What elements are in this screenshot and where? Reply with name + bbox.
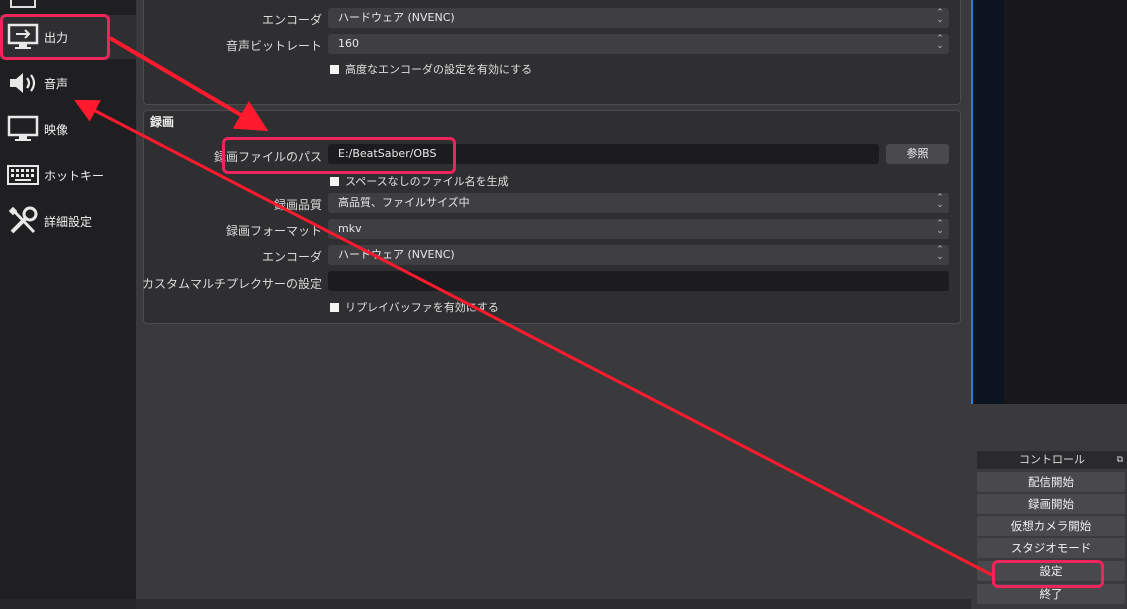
chevron-updown-icon: ⌃ ⌄ <box>936 8 944 25</box>
start-virtual-camera-button[interactable]: 仮想カメラ開始 <box>977 516 1125 536</box>
custom-muxer-label: カスタムマルチプレクサーの設定 <box>141 277 322 291</box>
sidebar-item-label: ホットキー <box>44 168 105 183</box>
window-edge <box>971 0 973 404</box>
stream-encoder-label: エンコーダ <box>261 13 322 27</box>
recording-encoder-select[interactable]: ハードウェア (NVENC) ⌃ ⌄ <box>328 245 949 265</box>
chevron-updown-icon: ⌃ ⌄ <box>936 193 944 210</box>
recording-quality-select[interactable]: 高品質、ファイルサイズ中 ⌃ ⌄ <box>328 193 949 213</box>
recording-quality-value: 高品質、ファイルサイズ中 <box>338 196 470 209</box>
advanced-encoder-label: 高度なエンコーダの設定を有効にする <box>345 63 533 76</box>
replay-buffer-label: リプレイバッファを有効にする <box>345 301 499 314</box>
no-space-filename-checkbox[interactable]: スペースなしのファイル名を生成 <box>330 173 509 189</box>
chevron-updown-icon: ⌃ ⌄ <box>936 219 944 236</box>
monitor-icon <box>4 113 42 145</box>
sidebar-item-label: 映像 <box>44 122 69 137</box>
sidebar-item-video[interactable]: 映像 <box>0 107 136 151</box>
tools-icon <box>4 205 42 237</box>
preview-canvas <box>974 0 1004 404</box>
highlight-path-box <box>222 137 456 174</box>
recording-group-title: 録画 <box>150 115 175 129</box>
sidebar-item-label: 詳細設定 <box>44 214 93 229</box>
float-dock-icon[interactable]: ⧉ <box>1117 451 1123 469</box>
highlight-output-box <box>0 14 110 60</box>
settings-sidebar: 出力 音声 映像 ホットキー 詳細設定 <box>0 0 136 599</box>
controls-dock-header: コントロール ⧉ <box>977 451 1127 469</box>
recording-format-value: mkv <box>338 222 362 235</box>
stream-encoder-select[interactable]: ハードウェア (NVENC) ⌃ ⌄ <box>328 8 949 28</box>
replay-buffer-checkbox[interactable]: リプレイバッファを有効にする <box>330 299 499 315</box>
sidebar-item-advanced[interactable]: 詳細設定 <box>0 199 136 243</box>
stream-encoder-value: ハードウェア (NVENC) <box>338 11 455 24</box>
sidebar-item-label: 音声 <box>44 76 69 91</box>
start-recording-button[interactable]: 録画開始 <box>977 494 1125 514</box>
recording-format-select[interactable]: mkv ⌃ ⌄ <box>328 219 949 239</box>
start-streaming-button[interactable]: 配信開始 <box>977 472 1125 492</box>
sidebar-item-audio[interactable]: 音声 <box>0 61 136 105</box>
speaker-icon <box>4 67 42 99</box>
checkbox-box <box>330 302 339 312</box>
checkbox-box <box>330 176 339 186</box>
keyboard-icon <box>4 159 42 191</box>
audio-bitrate-label: 音声ビットレート <box>225 39 322 53</box>
studio-mode-button[interactable]: スタジオモード <box>977 538 1125 558</box>
checkbox-box <box>330 64 339 74</box>
sidebar-item-hotkeys[interactable]: ホットキー <box>0 153 136 197</box>
chevron-updown-icon: ⌃ ⌄ <box>936 34 944 51</box>
chevron-updown-icon: ⌃ ⌄ <box>936 245 944 262</box>
audio-bitrate-value: 160 <box>338 37 359 50</box>
browse-button[interactable]: 参照 <box>886 144 949 164</box>
dialog-button-bar <box>136 599 971 609</box>
recording-encoder-value: ハードウェア (NVENC) <box>338 248 455 261</box>
recording-encoder-label: エンコーダ <box>261 250 322 264</box>
advanced-encoder-checkbox[interactable]: 高度なエンコーダの設定を有効にする <box>330 61 532 77</box>
recording-quality-label: 録画品質 <box>273 198 322 212</box>
highlight-settings-box <box>992 560 1104 588</box>
no-space-filename-label: スペースなしのファイル名を生成 <box>345 175 509 188</box>
preview-area <box>971 0 1127 404</box>
top-icon-partial <box>10 0 36 8</box>
custom-muxer-input[interactable] <box>328 271 949 291</box>
audio-bitrate-select[interactable]: 160 ⌃ ⌄ <box>328 34 949 54</box>
controls-title: コントロール <box>1019 453 1085 466</box>
recording-format-label: 録画フォーマット <box>225 224 322 238</box>
